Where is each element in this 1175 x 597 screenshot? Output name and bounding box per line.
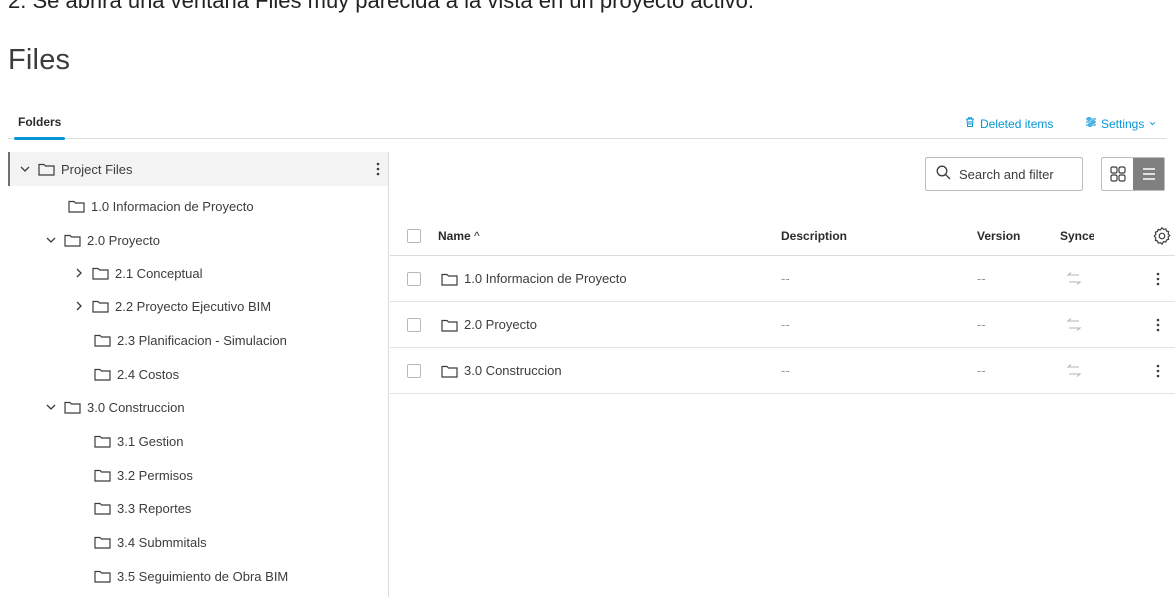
tree-item-label: 2.4 Costos: [117, 366, 180, 382]
row-name[interactable]: 1.0 Informacion de Proyecto: [441, 271, 627, 286]
row-version: --: [977, 271, 986, 286]
folder-icon: [441, 272, 458, 286]
folder-icon: [441, 364, 458, 378]
trash-icon: [964, 116, 976, 131]
folder-icon: [94, 434, 111, 448]
tree-item-label: 3.3 Reportes: [117, 500, 192, 516]
more-options-icon[interactable]: [376, 161, 380, 177]
tree-item-3-3[interactable]: 3.3 Reportes: [8, 491, 191, 525]
instruction-caption: 2. Se abrirá una ventana Files muy parec…: [8, 0, 754, 13]
folder-icon: [64, 233, 81, 247]
tree-item-label: 1.0 Informacion de Proyecto: [91, 198, 254, 214]
row-version: --: [977, 317, 986, 332]
column-sync[interactable]: Synce: [1060, 229, 1094, 243]
tree-item-2-3[interactable]: 2.3 Planificacion - Simulacion: [8, 323, 287, 357]
table-row[interactable]: 2.0 Proyecto -- --: [390, 302, 1175, 348]
row-description: --: [781, 363, 790, 378]
tree-item-1-0[interactable]: 1.0 Informacion de Proyecto: [8, 189, 254, 223]
tree-item-3-4[interactable]: 3.4 Submmitals: [8, 525, 207, 559]
files-panel: Search and filter Name ^ Description Ver…: [390, 152, 1175, 597]
column-settings-gear-icon[interactable]: [1152, 226, 1172, 246]
sliders-icon: [1085, 116, 1097, 131]
chevron-down-icon: [1148, 117, 1157, 131]
chevron-down-icon[interactable]: [44, 400, 58, 414]
folder-icon: [64, 400, 81, 414]
folder-icon: [68, 199, 85, 213]
tree-item-2-2[interactable]: 2.2 Proyecto Ejecutivo BIM: [8, 289, 271, 323]
tree-item-2-0[interactable]: 2.0 Proyecto: [8, 223, 160, 257]
column-description[interactable]: Description: [781, 229, 847, 243]
more-options-icon[interactable]: [1156, 363, 1160, 379]
search-input[interactable]: Search and filter: [925, 157, 1083, 191]
column-name[interactable]: Name ^: [438, 229, 480, 243]
tree-item-label: Project Files: [61, 161, 133, 177]
table-header: Name ^ Description Version Synce: [390, 216, 1175, 256]
tree-item-label: 2.2 Proyecto Ejecutivo BIM: [115, 298, 272, 314]
table-row[interactable]: 3.0 Construccion -- --: [390, 348, 1175, 394]
list-icon: [1142, 168, 1155, 180]
search-icon: [936, 165, 951, 183]
tree-item-label: 3.4 Submmitals: [117, 534, 207, 550]
row-name[interactable]: 2.0 Proyecto: [441, 317, 537, 332]
folder-icon: [92, 266, 109, 280]
table-row[interactable]: 1.0 Informacion de Proyecto -- --: [390, 256, 1175, 302]
tree-item-label: 3.1 Gestion: [117, 433, 184, 449]
sort-ascending-icon: ^: [474, 229, 480, 243]
tree-item-project-files[interactable]: Project Files: [8, 152, 388, 186]
settings-label: Settings: [1101, 116, 1145, 131]
tab-folders[interactable]: Folders: [18, 115, 61, 129]
tree-item-label: 3.5 Seguimiento de Obra BIM: [117, 568, 289, 584]
folder-icon: [92, 299, 109, 313]
folder-icon: [94, 501, 111, 515]
row-description: --: [781, 271, 790, 286]
deleted-items-button[interactable]: Deleted items: [964, 116, 1053, 131]
tree-item-label: 2.3 Planificacion - Simulacion: [117, 332, 287, 348]
folder-icon: [94, 468, 111, 482]
folder-icon: [38, 162, 55, 176]
tree-item-3-5[interactable]: 3.5 Seguimiento de Obra BIM: [8, 559, 288, 593]
row-checkbox[interactable]: [407, 364, 421, 378]
row-checkbox[interactable]: [407, 318, 421, 332]
settings-button[interactable]: Settings: [1085, 116, 1157, 131]
more-options-icon[interactable]: [1156, 271, 1160, 287]
row-checkbox[interactable]: [407, 272, 421, 286]
grid-view-button[interactable]: [1102, 158, 1133, 190]
folder-icon: [94, 333, 111, 347]
deleted-items-label: Deleted items: [980, 116, 1054, 131]
tree-item-3-1[interactable]: 3.1 Gestion: [8, 424, 184, 458]
tree-item-label: 3.0 Construccion: [87, 399, 185, 415]
folder-icon: [94, 569, 111, 583]
tree-item-label: 2.0 Proyecto: [87, 232, 160, 248]
folder-tree: Project Files 1.0 Informacion de Proyect…: [8, 152, 389, 597]
tree-item-3-0[interactable]: 3.0 Construccion: [8, 390, 185, 424]
sync-icon: [1066, 318, 1082, 331]
more-options-icon[interactable]: [1156, 317, 1160, 333]
page-title: Files: [8, 44, 71, 76]
select-all-checkbox[interactable]: [407, 229, 421, 243]
chevron-down-icon[interactable]: [18, 162, 32, 176]
folder-icon: [94, 367, 111, 381]
row-version: --: [977, 363, 986, 378]
chevron-down-icon[interactable]: [44, 233, 58, 247]
folder-icon: [441, 318, 458, 332]
view-toggle: [1101, 157, 1165, 191]
sync-icon: [1066, 272, 1082, 285]
chevron-right-icon[interactable]: [72, 266, 86, 280]
list-view-button[interactable]: [1133, 158, 1164, 190]
active-tab-indicator: [14, 137, 65, 140]
tree-item-label: 2.1 Conceptual: [115, 265, 203, 281]
column-version[interactable]: Version: [977, 229, 1020, 243]
folder-icon: [94, 535, 111, 549]
tab-bar: Folders Deleted items Settings: [8, 106, 1167, 140]
row-name[interactable]: 3.0 Construccion: [441, 363, 562, 378]
tree-item-3-2[interactable]: 3.2 Permisos: [8, 458, 193, 492]
tree-item-2-4[interactable]: 2.4 Costos: [8, 357, 179, 391]
chevron-right-icon[interactable]: [72, 299, 86, 313]
tree-item-label: 3.2 Permisos: [117, 467, 193, 483]
sync-icon: [1066, 364, 1082, 377]
row-description: --: [781, 317, 790, 332]
grid-icon: [1109, 166, 1126, 182]
search-placeholder: Search and filter: [959, 166, 1054, 182]
tree-item-2-1[interactable]: 2.1 Conceptual: [8, 256, 202, 290]
